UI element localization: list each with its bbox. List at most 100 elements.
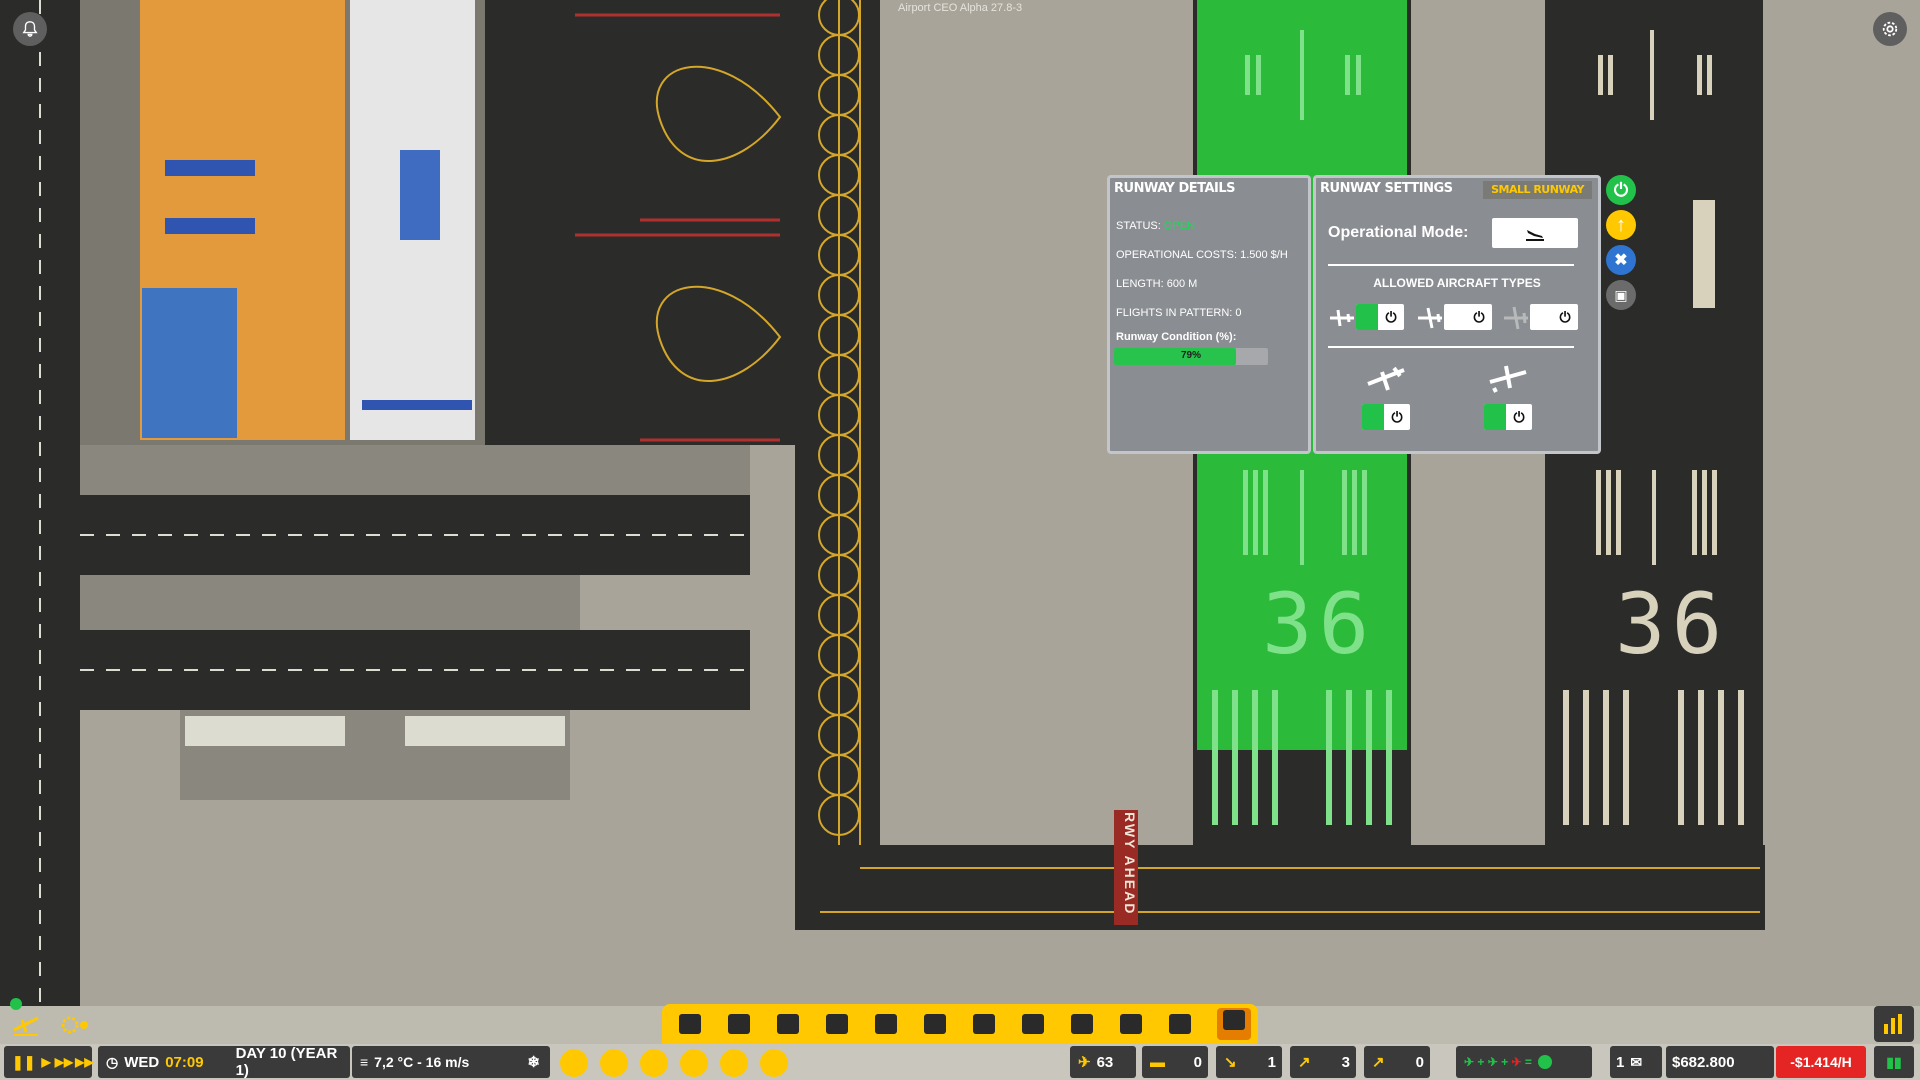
overlay-grid-button[interactable]: [640, 1049, 668, 1077]
envelope-icon: ✉: [1630, 1053, 1643, 1070]
settings-button[interactable]: [1873, 12, 1907, 46]
stat-counter-5: ↗ 0: [1364, 1046, 1430, 1078]
operational-mode-toggle[interactable]: [1492, 218, 1578, 248]
wrench-icon: ✖: [1614, 252, 1628, 269]
bus-icon[interactable]: [776, 1012, 800, 1036]
stat-counter-3: ↘ 1: [1216, 1046, 1282, 1078]
stat-5-value: 0: [1415, 1053, 1424, 1071]
operational-mode-label: Operational Mode:: [1328, 224, 1469, 241]
flights-count: 63: [1096, 1053, 1114, 1071]
fastest-icon[interactable]: ▶▶: [75, 1055, 93, 1069]
stat-counter-2: ▬ 0: [1142, 1046, 1208, 1078]
food-icon[interactable]: [1168, 1012, 1192, 1036]
finance-button[interactable]: ▮▮: [1874, 1046, 1914, 1078]
runway-settings-panel: RUNWAY SETTINGS SMALL RUNWAY Operational…: [1313, 175, 1601, 454]
overlay-security-button[interactable]: [720, 1049, 748, 1077]
overlay-taxi-button[interactable]: [680, 1049, 708, 1077]
wind-icon: ≡: [360, 1054, 369, 1070]
flights-in-pattern: FLIGHTS IN PATTERN: 0: [1116, 307, 1242, 319]
taxi-icon: ↗: [1298, 1054, 1311, 1071]
departure-icon: [1364, 362, 1408, 394]
small-prop-plane-icon: [1328, 304, 1356, 332]
pause-icon[interactable]: ❚❚: [12, 1054, 35, 1071]
upgrade-button[interactable]: ↑: [1606, 210, 1636, 240]
messages-count: 1: [1616, 1053, 1625, 1071]
power-button[interactable]: ⏻: [1606, 175, 1636, 205]
bell-icon: [22, 21, 38, 37]
flights-mode-button[interactable]: [8, 1008, 44, 1040]
play-icon[interactable]: ▶: [41, 1055, 50, 1069]
runway-settings-title: RUNWAY SETTINGS: [1320, 181, 1453, 196]
runway-size-badge: SMALL RUNWAY: [1483, 181, 1592, 199]
large-jet-icon: [1502, 304, 1530, 332]
overlay-zones-button[interactable]: [600, 1049, 628, 1077]
rwy-ahead-sign: RWY AHEAD: [1122, 812, 1138, 916]
airplane-takeoff-icon: [13, 1016, 39, 1036]
status-row: STATUS: OPEN: [1116, 220, 1195, 232]
fast-forward-icon[interactable]: ▶▶: [55, 1055, 73, 1069]
income-rate-value: -$1.414/H: [1790, 1054, 1852, 1070]
game-time: 07:09: [165, 1053, 204, 1071]
notification-dot: [10, 998, 22, 1010]
overlay-baggage-button[interactable]: [760, 1049, 788, 1077]
departure-toggle[interactable]: ⏻: [1362, 404, 1410, 430]
day-counter: DAY 10 (YEAR 1): [235, 1045, 338, 1079]
landing-icon: [1520, 218, 1550, 248]
suitcase-icon[interactable]: [825, 1012, 849, 1036]
power-icon: ⏻: [1613, 179, 1629, 200]
speed-controls: ❚❚ ▶ ▶▶ ▶▶: [4, 1046, 94, 1078]
runway-number-1: 36: [1262, 575, 1376, 673]
operational-costs: OPERATIONAL COSTS: 1.500 $/H: [1116, 249, 1288, 261]
gear-icon: [1882, 21, 1898, 37]
bulldozer-icon[interactable]: [1070, 1012, 1094, 1036]
small-prop-plane-toggle[interactable]: ⏻: [1356, 304, 1404, 330]
demolish-button[interactable]: ▣: [1606, 280, 1636, 310]
plane-icon: ✈: [1078, 1054, 1091, 1071]
arrival-icon: [1486, 362, 1530, 394]
messages-button[interactable]: 1 ✉: [1610, 1046, 1662, 1078]
takeoff-icon: ↗: [1372, 1054, 1385, 1071]
overlay-flights-button[interactable]: [560, 1049, 588, 1077]
medium-jet-toggle[interactable]: ⏻: [1444, 304, 1492, 330]
statistics-button[interactable]: [1874, 1006, 1914, 1042]
airplane-icon[interactable]: [727, 1012, 751, 1036]
flights-counter: ✈ 63: [1070, 1046, 1136, 1078]
satisfaction-dot: [1537, 1055, 1552, 1069]
version-label: Airport CEO Alpha 27.8-3: [898, 2, 1023, 14]
person-icon[interactable]: [874, 1012, 898, 1036]
runway-number-2: 36: [1615, 575, 1729, 673]
weather: ≡ 7,2 °C - 16 m/s ❄: [352, 1046, 550, 1078]
terrain-icon[interactable]: [1217, 1008, 1251, 1040]
bulldozer-icon: ▣: [1614, 286, 1628, 303]
divider: [1328, 346, 1574, 348]
airport-map[interactable]: [0, 0, 1920, 1080]
income-rate[interactable]: -$1.414/H: [1776, 1046, 1866, 1078]
status-label: STATUS:: [1116, 220, 1161, 232]
weather-text: 7,2 °C - 16 m/s: [374, 1054, 470, 1070]
toilet-icon[interactable]: [1021, 1012, 1045, 1036]
satisfaction-indicator[interactable]: ✈ + ✈ + ✈ =: [1456, 1046, 1592, 1078]
family-icon[interactable]: [923, 1012, 947, 1036]
finance-chart-icon: ▮▮: [1886, 1053, 1902, 1070]
allowed-aircraft-heading: ALLOWED AIRCRAFT TYPES: [1373, 276, 1541, 290]
runway-details-title: RUNWAY DETAILS: [1114, 181, 1236, 196]
satisfaction-icons: ✈ + ✈ + ✈ =: [1464, 1055, 1532, 1069]
clock-icon: ◷: [106, 1053, 119, 1070]
large-jet-toggle[interactable]: ⏻: [1530, 304, 1578, 330]
stat-2-value: 0: [1193, 1053, 1202, 1071]
gears-icon: [61, 1016, 88, 1034]
maintenance-button[interactable]: ✖: [1606, 245, 1636, 275]
runway-details-panel: RUNWAY DETAILS STATUS: OPEN OPERATIONAL …: [1107, 175, 1311, 454]
management-button[interactable]: [58, 1010, 92, 1040]
clock: ◷ WED 07:09 DAY 10 (YEAR 1): [98, 1045, 350, 1079]
runway-condition-bar: 79%: [1114, 348, 1268, 365]
arrival-toggle[interactable]: ⏻: [1484, 404, 1532, 430]
notification-button[interactable]: [13, 12, 47, 46]
control-tower-icon[interactable]: [678, 1012, 702, 1036]
security-icon[interactable]: [972, 1012, 996, 1036]
conveyor-icon[interactable]: [1119, 1012, 1143, 1036]
divider: [1328, 264, 1574, 266]
build-menu: [662, 1004, 1258, 1044]
money-display[interactable]: $682.800: [1666, 1046, 1774, 1078]
runway-length: LENGTH: 600 M: [1116, 278, 1198, 290]
